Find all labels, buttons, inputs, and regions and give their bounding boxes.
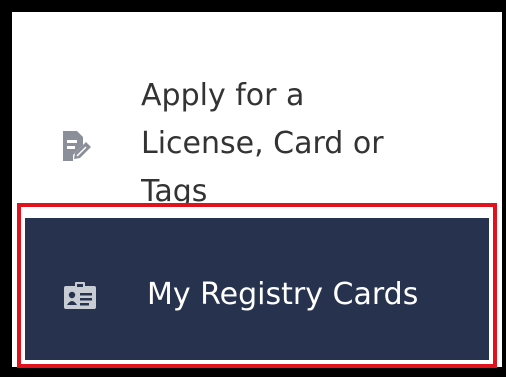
nav-item-apply-license[interactable]: Apply for a License, Card or Tags [12,12,502,212]
nav-item-my-registry-cards[interactable]: My Registry Cards [25,218,489,360]
highlight-box: My Registry Cards [17,203,497,368]
nav-item-apply-license-label: Apply for a License, Card or Tags [141,78,384,207]
id-card-icon [64,282,96,309]
document-edit-icon [63,131,91,161]
nav-item-my-registry-cards-label: My Registry Cards [147,277,419,312]
screenshot-frame: Apply for a License, Card or Tags My Reg… [0,0,506,377]
